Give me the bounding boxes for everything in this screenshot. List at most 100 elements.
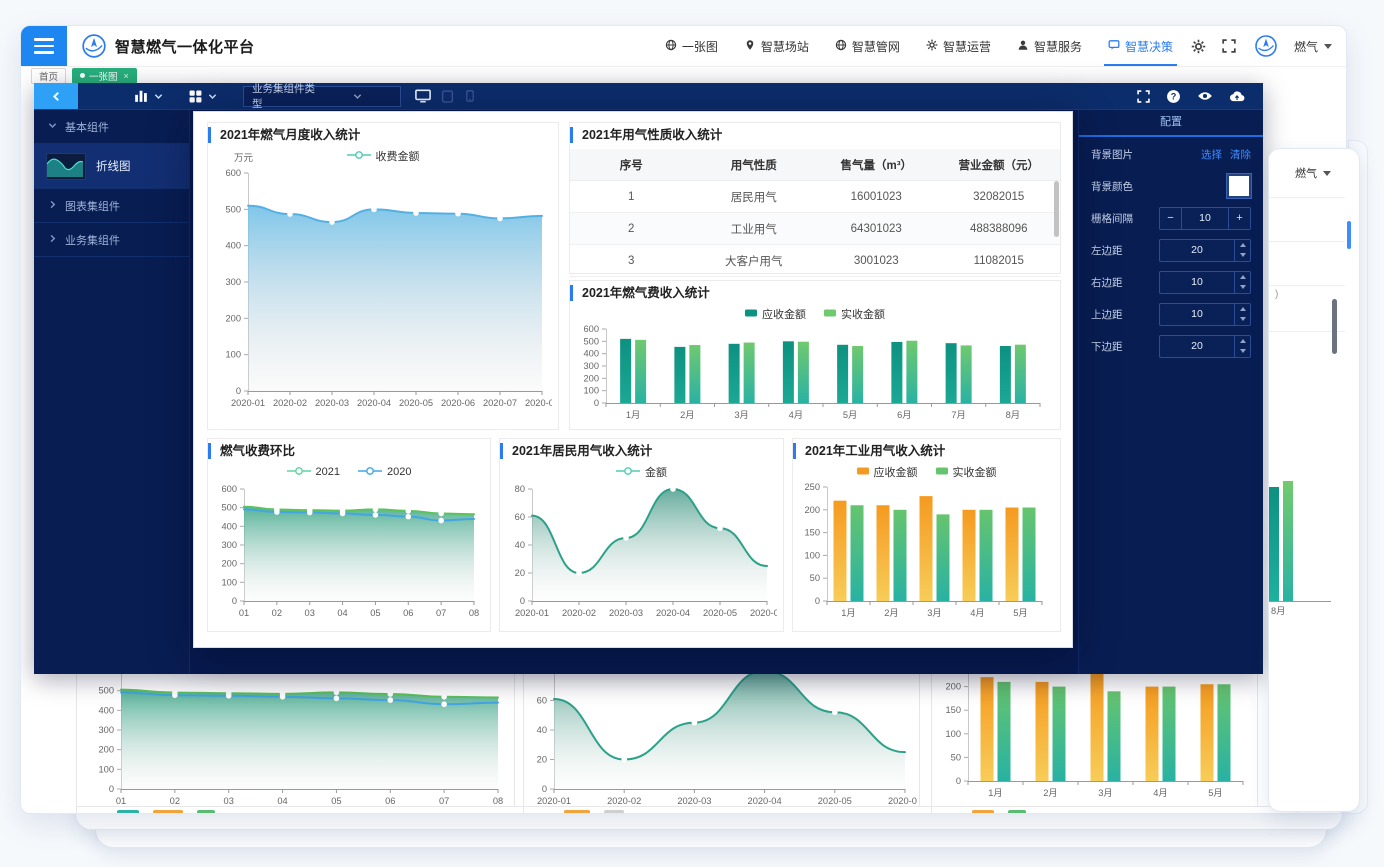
legend-item[interactable]: 应收金额 — [745, 305, 806, 323]
preview-phone-icon[interactable] — [464, 90, 476, 102]
tab-active[interactable]: 一张图 × — [72, 68, 137, 84]
scrollbar[interactable] — [1347, 221, 1351, 249]
widget-grid-icon[interactable] — [189, 90, 202, 103]
nav-item-2[interactable]: 智慧场站 — [744, 26, 809, 66]
svg-text:100: 100 — [98, 764, 114, 774]
svg-text:7月: 7月 — [951, 410, 965, 420]
svg-text:80: 80 — [515, 484, 525, 494]
sidebar-group-2[interactable]: 图表集组件 — [34, 189, 189, 223]
svg-text:5月: 5月 — [1208, 788, 1222, 798]
legend-item[interactable]: 2020 — [358, 463, 411, 481]
card-usage-table[interactable]: 2021年用气性质收入统计 序号用气性质售气量（m³）营业金额（元）1居民用气1… — [569, 122, 1061, 274]
sidebar-group-3[interactable]: 业务集组件 — [34, 223, 189, 257]
chevron-down-icon[interactable] — [208, 92, 217, 101]
scrollbar[interactable] — [1332, 299, 1337, 354]
svg-text:1月: 1月 — [841, 608, 855, 618]
spinner-down-icon[interactable] — [1235, 282, 1250, 293]
preview-tablet-icon[interactable] — [441, 90, 454, 103]
svg-text:02: 02 — [272, 608, 282, 618]
svg-text:300: 300 — [221, 540, 237, 550]
config-panel: 配置 背景图片选择清除背景颜色栅格间隔−10+左边距20右边距10上边距10下边… — [1078, 110, 1263, 674]
spinner-down-icon[interactable] — [1235, 314, 1250, 325]
svg-text:2020-04: 2020-04 — [748, 796, 782, 806]
tab-home[interactable]: 首页 — [31, 68, 66, 84]
number-value[interactable]: 20 — [1160, 336, 1234, 357]
margin-number-input[interactable]: 20 — [1159, 335, 1251, 358]
number-value[interactable]: 10 — [1160, 272, 1234, 293]
collapse-panel-button[interactable] — [34, 83, 78, 109]
margin-number-input[interactable]: 20 — [1159, 239, 1251, 262]
preview-desktop-icon[interactable] — [415, 88, 431, 104]
number-value[interactable]: 10 — [1160, 304, 1234, 325]
legend-item[interactable]: 实收金额 — [824, 305, 885, 323]
nav-item-5[interactable]: 智慧服务 — [1017, 26, 1082, 66]
legend-item-label: 金额 — [645, 464, 667, 480]
settings-gear-icon[interactable] — [1191, 39, 1206, 54]
sidebar-group-1[interactable]: 基本组件 — [34, 110, 189, 144]
nav-item-4[interactable]: 智慧运营 — [926, 26, 991, 66]
margin-number-input[interactable]: 10 — [1159, 303, 1251, 326]
clear-image-link[interactable]: 清除 — [1230, 149, 1251, 161]
component-type-select[interactable]: 业务集组件类型 — [243, 86, 401, 107]
chart-legend: 应收金额实收金额 — [570, 305, 1060, 323]
preview-eye-icon[interactable] — [1197, 88, 1213, 104]
spinner-up-icon[interactable] — [1235, 304, 1250, 315]
user-menu[interactable]: 燃气 — [1294, 38, 1332, 55]
spinner-up-icon[interactable] — [1235, 336, 1250, 347]
clipped-text-fragment: ) — [1275, 289, 1278, 300]
config-label: 栅格间隔 — [1091, 211, 1133, 226]
spinner-up-icon[interactable] — [1235, 272, 1250, 283]
svg-text:300: 300 — [98, 725, 114, 735]
svg-text:2020-02: 2020-02 — [562, 608, 596, 618]
legend-item[interactable]: 2021 — [287, 463, 340, 481]
svg-text:5月: 5月 — [843, 410, 857, 420]
peek-user-menu[interactable]: 燃气 — [1269, 149, 1359, 181]
card-resident[interactable]: 2021年居民用气收入统计 金额0204060802020-012020-022… — [499, 438, 784, 632]
svg-text:3月: 3月 — [1098, 788, 1112, 798]
sidebar-item-line-chart[interactable]: 折线图 — [34, 144, 189, 189]
card-fee-mom[interactable]: 燃气收费环比 202120200100200300400500600010203… — [207, 438, 491, 632]
menu-toggle-button[interactable] — [21, 26, 67, 66]
chart-components-icon[interactable] — [134, 89, 148, 103]
card-monthly-income[interactable]: 2021年燃气月度收入统计 万元收费金额01002003004005006002… — [207, 122, 559, 430]
legend-item[interactable]: 应收金额 — [857, 463, 918, 481]
svg-text:5月: 5月 — [1013, 608, 1027, 618]
increment-button[interactable]: + — [1228, 208, 1250, 229]
config-label: 背景图片 — [1091, 147, 1133, 162]
spinner-down-icon[interactable] — [1235, 346, 1250, 357]
nav-item-1[interactable]: 一张图 — [665, 26, 718, 66]
clipped-bar-chart-fragment: 8月 — [1269, 479, 1339, 609]
card-industry[interactable]: 2021年工业用气收入统计 应收金额实收金额0501001502002501月2… — [792, 438, 1061, 632]
chevron-down-icon[interactable] — [154, 92, 163, 101]
decrement-button[interactable]: − — [1160, 208, 1182, 229]
legend-item[interactable]: 金额 — [616, 463, 667, 481]
legend-item[interactable]: 实收金额 — [936, 463, 997, 481]
background-color-swatch[interactable] — [1227, 174, 1251, 198]
nav-item-6[interactable]: 智慧决策 — [1108, 26, 1173, 66]
select-image-link[interactable]: 选择 — [1201, 149, 1222, 161]
fullscreen-icon[interactable] — [1137, 90, 1150, 103]
svg-text:400: 400 — [583, 349, 599, 359]
table-row: 3大客户用气300102311082015 — [570, 245, 1060, 277]
cloud-save-icon[interactable] — [1229, 88, 1245, 104]
scrollbar[interactable] — [1054, 181, 1059, 237]
spinner-down-icon[interactable] — [1235, 250, 1250, 261]
fullscreen-icon[interactable] — [1222, 39, 1236, 53]
chevron-down-icon — [1323, 171, 1331, 176]
svg-text:2020-05: 2020-05 — [703, 608, 737, 618]
card-gas-fee[interactable]: 2021年燃气费收入统计 应收金额实收金额0100200300400500600… — [569, 280, 1061, 430]
nav-item-3[interactable]: 智慧管网 — [835, 26, 900, 66]
legend-item[interactable]: 收费金额 — [347, 147, 420, 165]
avatar[interactable] — [1254, 34, 1278, 58]
number-value[interactable]: 20 — [1160, 240, 1234, 261]
svg-text:200: 200 — [221, 559, 237, 569]
svg-text:04: 04 — [337, 608, 347, 618]
svg-text:02: 02 — [170, 796, 180, 806]
spinner-up-icon[interactable] — [1235, 240, 1250, 251]
help-icon[interactable]: ? — [1166, 89, 1181, 104]
close-icon[interactable]: × — [124, 71, 129, 81]
stepper-value[interactable]: 10 — [1182, 208, 1228, 229]
margin-number-input[interactable]: 10 — [1159, 271, 1251, 294]
sidebar-group-label: 基本组件 — [65, 119, 109, 135]
svg-text:?: ? — [1171, 91, 1177, 101]
